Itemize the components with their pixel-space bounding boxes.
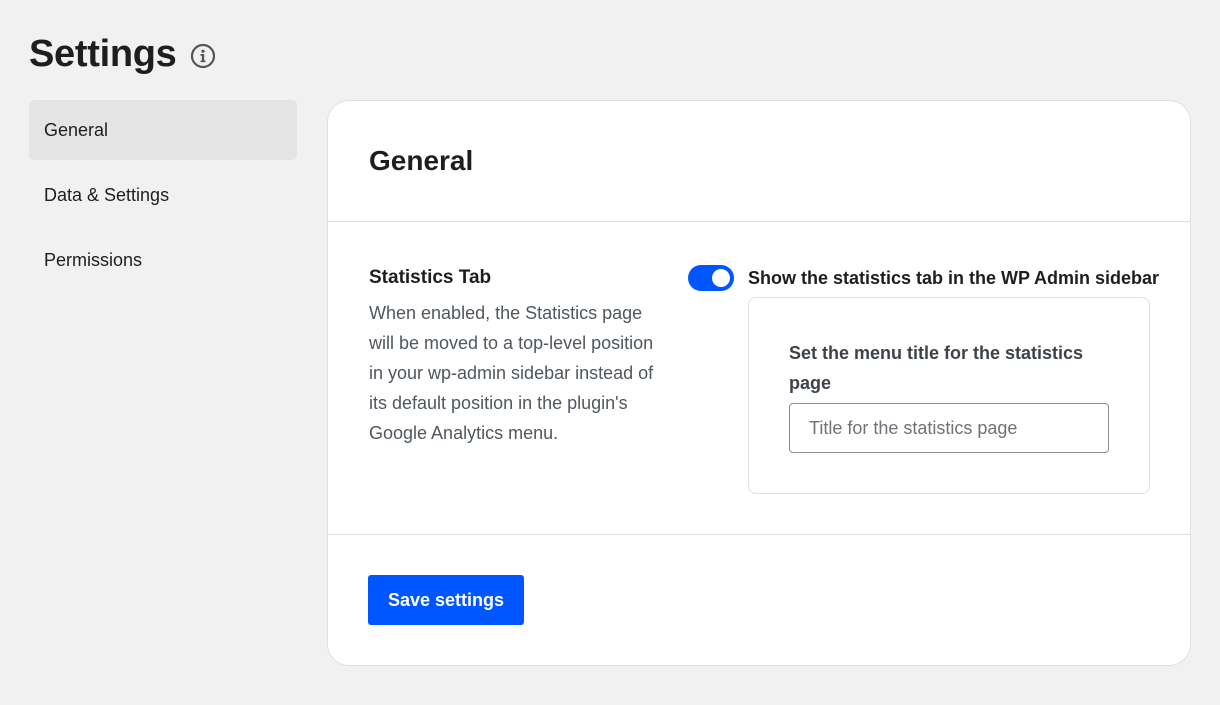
menu-title-input[interactable] [789, 403, 1109, 453]
setting-info: Statistics Tab When enabled, the Statist… [369, 265, 659, 448]
setting-description: When enabled, the Statistics page will b… [369, 303, 654, 443]
section-title: General [369, 145, 474, 176]
settings-card: General Statistics Tab When enabled, the… [327, 100, 1191, 666]
sidebar-item-permissions[interactable]: Permissions [29, 230, 297, 290]
statistics-tab-toggle[interactable] [688, 265, 734, 291]
toggle-label: Show the statistics tab in the WP Admin … [748, 267, 1160, 288]
card-body: Statistics Tab When enabled, the Statist… [328, 222, 1190, 535]
toggle-knob [712, 269, 730, 287]
menu-title-label: Set the menu title for the statistics pa… [789, 343, 1084, 393]
card-header: General [328, 101, 1190, 222]
settings-sidebar: General Data & Settings Permissions [29, 100, 297, 295]
setting-label: Statistics Tab [369, 267, 492, 288]
toggle-row: Show the statistics tab in the WP Admin … [688, 265, 1159, 291]
info-icon[interactable] [190, 43, 216, 69]
page-title: Settings [29, 33, 177, 75]
sidebar-item-data-settings[interactable]: Data & Settings [29, 165, 297, 225]
sidebar-item-general[interactable]: General [29, 100, 297, 160]
card-footer: Save settings [328, 535, 1190, 665]
page-header: Settings [29, 33, 216, 76]
save-settings-button[interactable]: Save settings [368, 575, 524, 625]
menu-title-panel: Set the menu title for the statistics pa… [748, 297, 1150, 494]
